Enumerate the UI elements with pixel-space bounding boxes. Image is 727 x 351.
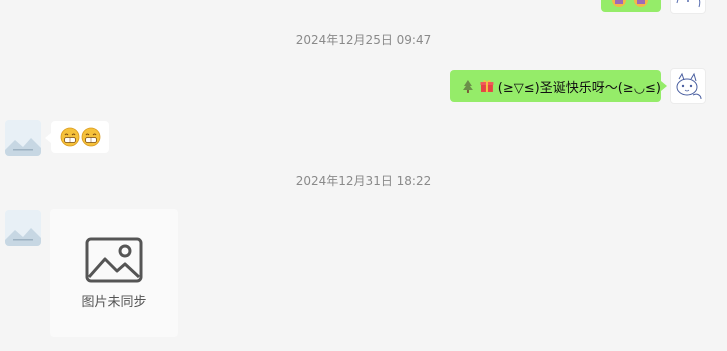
gift-icon (480, 80, 494, 92)
landscape-avatar-icon (5, 210, 41, 246)
contact-avatar[interactable] (5, 210, 41, 246)
contact-avatar[interactable] (5, 120, 41, 156)
image-message-placeholder[interactable]: 图片未同步 (50, 209, 178, 337)
cartoon-cat-avatar-icon (676, 0, 701, 8)
self-avatar[interactable] (670, 68, 706, 104)
emoji-icon (612, 0, 648, 7)
image-placeholder-label: 图片未同步 (81, 294, 147, 310)
landscape-avatar-icon (5, 120, 41, 156)
previous-message-bubble[interactable] (601, 0, 661, 12)
message-text: (≥▽≤)圣诞快乐呀～(≥◡≤) (497, 80, 661, 96)
timestamp: 2024年12月25日 09:47 (295, 33, 432, 47)
timestamp: 2024年12月31日 18:22 (295, 174, 432, 188)
self-avatar-top[interactable] (670, 0, 706, 14)
grin-emoji-icon (81, 127, 100, 147)
cartoon-cat-avatar-icon (676, 72, 702, 100)
chat-bubble-self[interactable]: (≥▽≤)圣诞快乐呀～(≥◡≤) (450, 70, 661, 102)
grin-emoji-icon (60, 127, 79, 147)
image-icon (85, 237, 143, 282)
christmas-tree-icon (462, 80, 473, 93)
chat-bubble-other[interactable] (51, 121, 109, 153)
bubble-tail (661, 81, 667, 91)
